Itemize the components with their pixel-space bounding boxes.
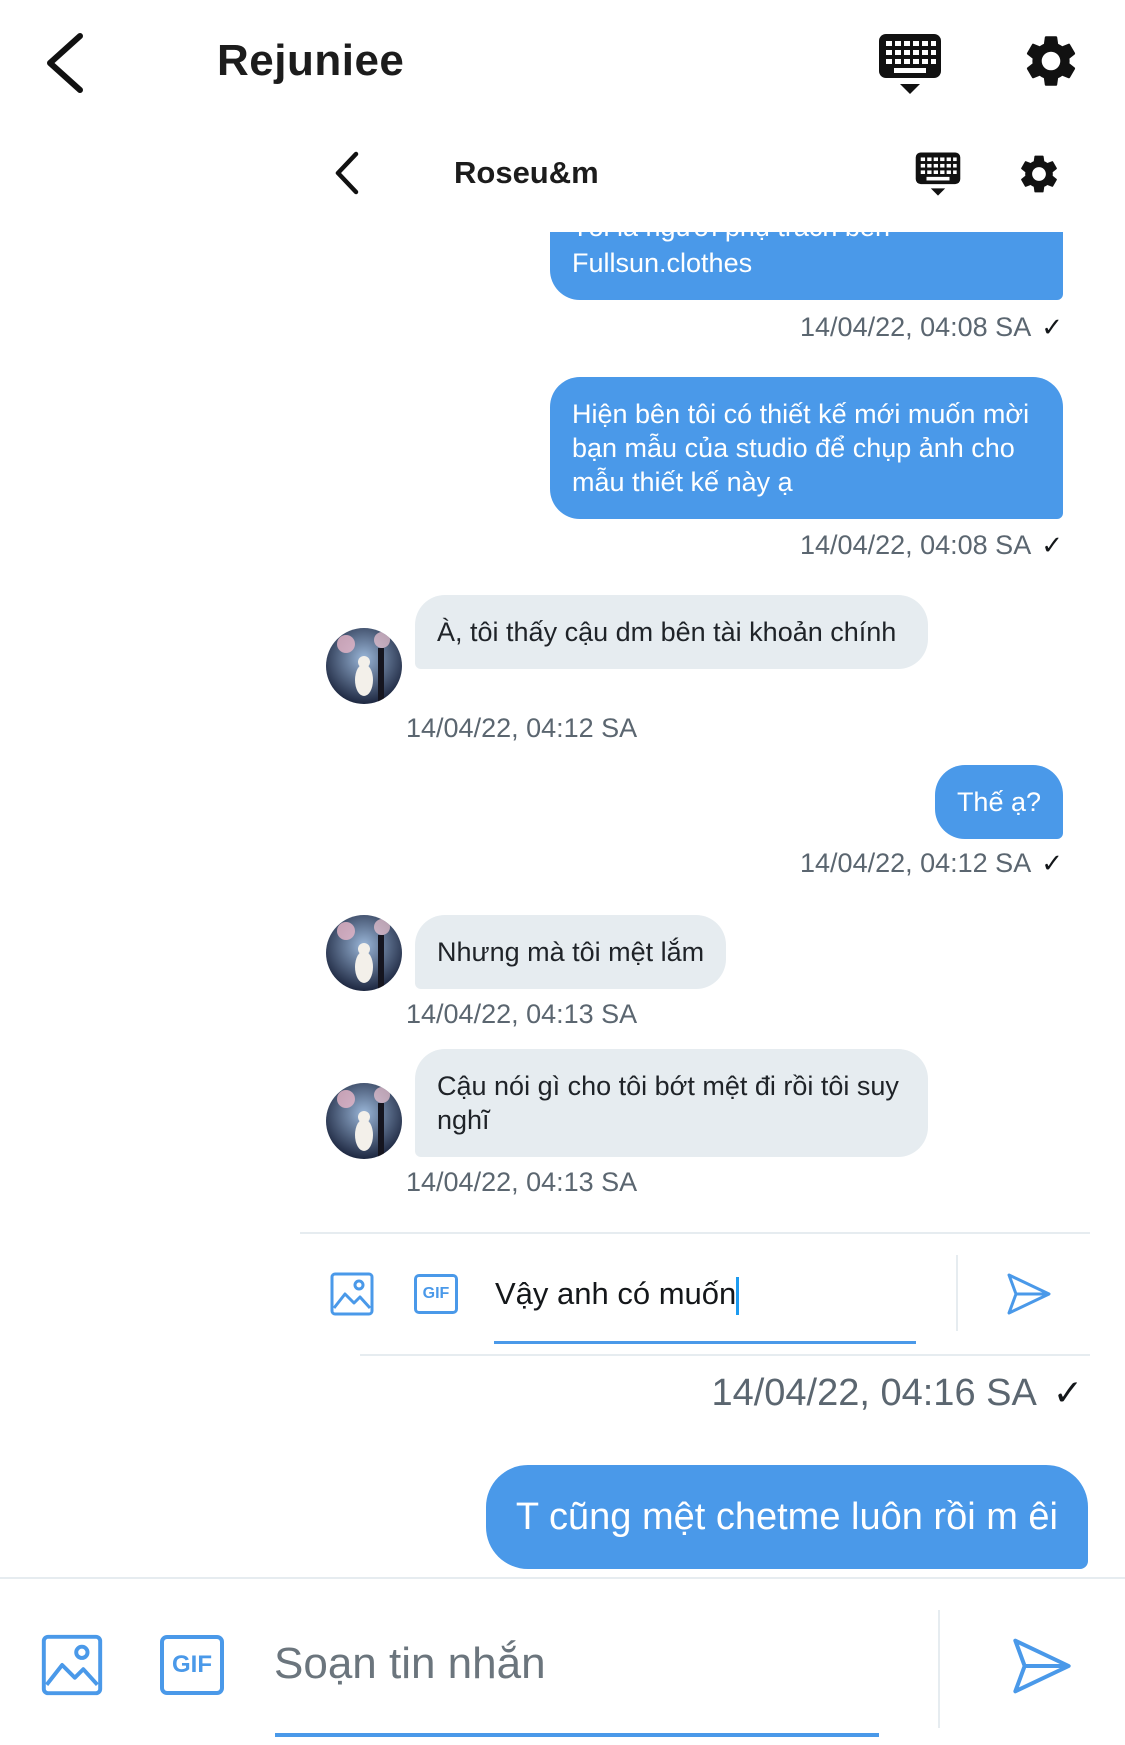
read-check-icon: ✓ [1052,1372,1083,1413]
message-bubble-outgoing[interactable]: Thế ạ? [934,765,1063,839]
keyboard-icon[interactable] [878,32,942,96]
message-bubble-incoming[interactable]: Nhưng mà tôi mệt lắm [415,915,727,989]
gear-icon[interactable] [1020,30,1082,92]
send-icon[interactable] [1010,1634,1074,1698]
message-text: T cũng mệt chetme luôn rồi m êi [515,1496,1058,1538]
inner-composer-divider [300,1232,1090,1234]
inner-keyboard-icon[interactable] [915,151,961,197]
message-timestamp: 14/04/22, 04:08 SA ✓ [800,312,1063,343]
message-timestamp: 14/04/22, 04:13 SA [406,999,637,1030]
message-bubble-outgoing[interactable]: Hiện bên tôi có thiết kế mới muốn mời bạ… [550,377,1063,519]
composer-separator [938,1610,940,1728]
message-text: Cậu nói gì cho tôi bớt mệt đi rồi tôi su… [437,1071,899,1135]
inner-gear-icon[interactable] [1016,151,1062,197]
timestamp-text: 14/04/22, 04:08 SA [800,530,1032,560]
timestamp-text: 14/04/22, 04:12 SA [406,713,638,743]
message-bubble-incoming[interactable]: À, tôi thấy cậu dm bên tài khoản chính [415,595,928,669]
timestamp-text: 14/04/22, 04:08 SA [800,312,1032,342]
avatar[interactable] [326,915,402,991]
message-bubble-incoming[interactable]: Cậu nói gì cho tôi bớt mệt đi rồi tôi su… [415,1049,928,1157]
inner-bottom-divider [360,1354,1090,1356]
avatar[interactable] [326,628,402,704]
timestamp-text: 14/04/22, 04:13 SA [406,999,638,1029]
message-bubble-outgoing[interactable]: T cũng mệt chetme luôn rồi m êi [485,1465,1088,1569]
read-check-icon: ✓ [1041,848,1063,878]
inner-input-underline [494,1341,916,1344]
message-text: Hiện bên tôi có thiết kế mới muốn mời bạ… [572,399,1030,497]
message-text: Thế ạ? [956,787,1041,817]
message-text: À, tôi thấy cậu dm bên tài khoản chính [437,617,897,647]
message-text: Fullsun.clothes [572,248,753,278]
avatar[interactable] [326,1083,402,1159]
gif-button[interactable]: GIF [160,1635,224,1695]
gif-label: GIF [172,1651,212,1678]
message-text-partial: Tôi là người phụ trách bên [572,232,890,244]
message-input[interactable] [274,1632,874,1696]
image-icon[interactable] [330,1272,374,1316]
read-check-icon: ✓ [1041,312,1063,342]
timestamp-text: 14/04/22, 04:12 SA [800,848,1032,878]
gif-label: GIF [422,1285,450,1302]
back-chevron-icon[interactable] [38,28,98,98]
message-text: Nhưng mà tôi mệt lắm [437,937,705,967]
inner-back-chevron-icon[interactable] [330,148,366,198]
composer-divider [0,1577,1125,1579]
message-timestamp: 14/04/22, 04:12 SA [406,713,637,744]
inner-composer-separator [956,1255,958,1331]
timestamp-text: 14/04/22, 04:13 SA [406,1167,638,1197]
message-timestamp: 14/04/22, 04:16 SA ✓ [711,1372,1083,1415]
read-check-icon: ✓ [1041,530,1063,560]
input-underline [275,1733,879,1737]
inner-conversation-title: Roseu&m [454,155,599,190]
message-timestamp: 14/04/22, 04:13 SA [406,1167,637,1198]
inner-input-value: Vậy anh có muốn [495,1276,737,1311]
inner-message-input[interactable]: Vậy anh có muốn [495,1272,740,1316]
message-timestamp: 14/04/22, 04:08 SA ✓ [800,530,1063,561]
send-icon[interactable] [1005,1270,1053,1318]
message-bubble-outgoing[interactable]: Tôi là người phụ trách bên Fullsun.cloth… [550,232,1063,300]
conversation-title: Rejuniee [217,36,405,85]
gif-button[interactable]: GIF [414,1274,458,1314]
text-caret [736,1276,740,1315]
timestamp-text: 14/04/22, 04:16 SA [711,1372,1037,1414]
message-timestamp: 14/04/22, 04:12 SA ✓ [800,848,1063,879]
image-icon[interactable] [41,1634,103,1696]
